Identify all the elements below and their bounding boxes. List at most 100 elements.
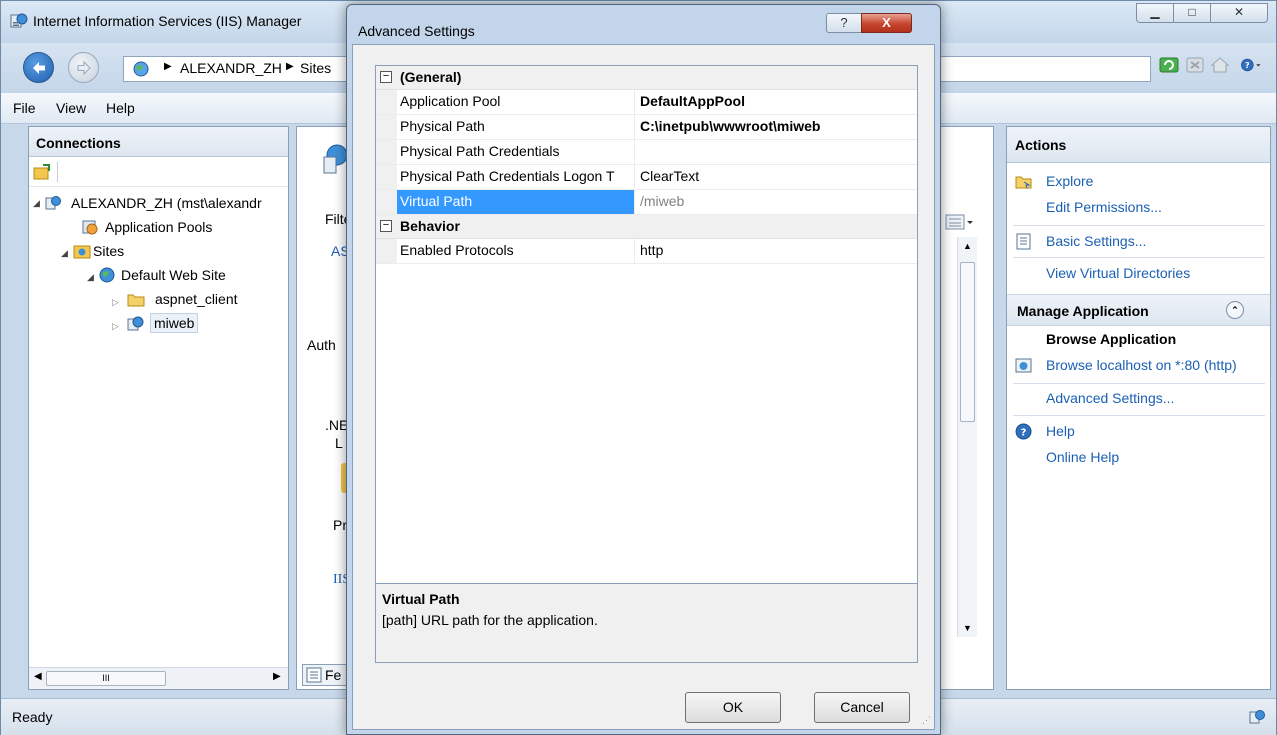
collapse-arrow-icon[interactable]: ◢ bbox=[61, 248, 68, 259]
connections-pane: Connections ◢ ALEXANDR_ZH (mst\alexandr … bbox=[28, 126, 289, 690]
forward-button[interactable] bbox=[68, 52, 99, 83]
property-row-application-pool[interactable]: Application Pool DefaultAppPool bbox=[376, 90, 917, 115]
connections-toolbar bbox=[29, 157, 288, 187]
row-gutter bbox=[376, 140, 397, 164]
tree-item-miweb[interactable]: miweb bbox=[150, 313, 199, 333]
tree-item-application-pools[interactable]: Application Pools bbox=[105, 219, 212, 235]
property-row-enabled-protocols[interactable]: Enabled Protocols http bbox=[376, 239, 917, 264]
tree-item-default-web-site[interactable]: Default Web Site bbox=[121, 267, 226, 283]
feature-label-net-1[interactable]: .NE bbox=[325, 417, 348, 433]
vertical-scrollbar[interactable]: ▲ ▼ bbox=[957, 237, 977, 637]
scroll-left-icon[interactable]: ◀ bbox=[34, 671, 42, 682]
browse-application-heading: Browse Application bbox=[1046, 331, 1177, 347]
tree-item-aspnet-client[interactable]: aspnet_client bbox=[155, 291, 238, 307]
property-grid: − (General) Application Pool DefaultAppP… bbox=[375, 65, 918, 584]
help-link[interactable]: Help bbox=[1046, 423, 1075, 439]
breadcrumb-sites[interactable]: Sites bbox=[300, 60, 331, 76]
home-icon[interactable] bbox=[1209, 54, 1231, 76]
property-row-virtual-path[interactable]: Virtual Path /miweb bbox=[376, 190, 917, 215]
property-row-logon-type[interactable]: Physical Path Credentials Logon T ClearT… bbox=[376, 165, 917, 190]
property-value[interactable]: C:\inetpub\wwwroot\miweb bbox=[636, 115, 916, 139]
application-icon bbox=[127, 316, 144, 331]
tree-item-sites[interactable]: Sites bbox=[93, 243, 124, 259]
online-help-link[interactable]: Online Help bbox=[1046, 449, 1119, 465]
property-description-panel: Virtual Path [path] URL path for the app… bbox=[375, 584, 918, 663]
dialog-close-button[interactable]: X bbox=[861, 13, 912, 33]
property-name: Physical Path Credentials Logon T bbox=[397, 165, 635, 189]
menu-file[interactable]: File bbox=[13, 100, 36, 116]
expand-arrow-icon[interactable]: ▷ bbox=[112, 321, 119, 332]
property-value[interactable]: http bbox=[636, 239, 916, 263]
property-value[interactable]: DefaultAppPool bbox=[636, 90, 916, 114]
website-globe-icon bbox=[99, 267, 115, 283]
dialog-title-bar[interactable]: Advanced Settings ? X bbox=[347, 5, 940, 43]
advanced-settings-link[interactable]: Advanced Settings... bbox=[1046, 390, 1174, 406]
connect-icon[interactable] bbox=[33, 163, 53, 181]
cancel-button[interactable]: Cancel bbox=[814, 692, 910, 723]
scroll-thumb[interactable] bbox=[960, 262, 975, 422]
back-button[interactable] bbox=[23, 52, 54, 83]
row-gutter bbox=[376, 190, 397, 214]
tree-item-server[interactable]: ALEXANDR_ZH (mst\alexandr bbox=[71, 195, 262, 211]
collapse-chevron-icon[interactable]: ⌃ bbox=[1226, 301, 1244, 319]
horizontal-scrollbar[interactable]: ◀ III ▶ bbox=[29, 667, 288, 689]
dialog-body: − (General) Application Pool DefaultAppP… bbox=[352, 44, 935, 730]
view-virtual-directories-link[interactable]: View Virtual Directories bbox=[1046, 265, 1190, 281]
menu-view[interactable]: View bbox=[56, 100, 86, 116]
property-name: Physical Path Credentials bbox=[397, 140, 635, 164]
connections-header: Connections bbox=[29, 127, 288, 157]
network-status-icon bbox=[1249, 710, 1265, 724]
scroll-up-icon[interactable]: ▲ bbox=[963, 241, 972, 251]
property-row-physical-path[interactable]: Physical Path C:\inetpub\wwwroot\miweb bbox=[376, 115, 917, 140]
basic-settings-link[interactable]: Basic Settings... bbox=[1046, 233, 1146, 249]
back-arrow-icon bbox=[33, 62, 45, 74]
row-gutter bbox=[376, 115, 397, 139]
manage-application-header[interactable]: Manage Application ⌃ bbox=[1007, 294, 1270, 326]
status-text: Ready bbox=[12, 709, 53, 725]
category-behavior[interactable]: − Behavior bbox=[376, 215, 917, 239]
description-title: Virtual Path bbox=[382, 591, 460, 607]
features-view-icon bbox=[306, 667, 322, 683]
globe-icon bbox=[133, 61, 149, 77]
breadcrumb-server[interactable]: ALEXANDR_ZH bbox=[180, 60, 282, 76]
expand-arrow-icon[interactable]: ▷ bbox=[112, 297, 119, 308]
help-dropdown-icon[interactable]: ? bbox=[1240, 54, 1262, 76]
explore-link[interactable]: Explore bbox=[1046, 173, 1093, 189]
category-general[interactable]: − (General) bbox=[376, 66, 917, 90]
close-button[interactable]: ✕ bbox=[1210, 3, 1268, 23]
property-row-physical-path-credentials[interactable]: Physical Path Credentials bbox=[376, 140, 917, 165]
scroll-thumb[interactable]: III bbox=[46, 671, 166, 686]
category-label: (General) bbox=[400, 69, 462, 85]
browse-localhost-link[interactable]: Browse localhost on *:80 (http) bbox=[1046, 357, 1237, 373]
view-mode-icon[interactable] bbox=[945, 213, 975, 231]
property-name: Application Pool bbox=[397, 90, 635, 114]
refresh-icon[interactable] bbox=[1158, 54, 1180, 76]
category-label: Behavior bbox=[400, 218, 460, 234]
ok-button[interactable]: OK bbox=[685, 692, 781, 723]
property-value[interactable]: ClearText bbox=[636, 165, 916, 189]
iis-app-icon bbox=[10, 13, 28, 28]
scroll-down-icon[interactable]: ▼ bbox=[963, 623, 972, 633]
stop-icon[interactable] bbox=[1184, 54, 1206, 76]
row-gutter bbox=[376, 239, 397, 263]
maximize-button[interactable]: □ bbox=[1173, 3, 1211, 23]
feature-label-net-2[interactable]: L bbox=[335, 435, 343, 451]
minimize-button[interactable]: ▁ bbox=[1136, 3, 1174, 23]
edit-permissions-link[interactable]: Edit Permissions... bbox=[1046, 199, 1162, 215]
collapse-arrow-icon[interactable]: ◢ bbox=[33, 198, 40, 209]
property-name: Physical Path bbox=[397, 115, 635, 139]
dialog-help-button[interactable]: ? bbox=[826, 13, 862, 33]
scroll-right-icon[interactable]: ▶ bbox=[273, 671, 281, 682]
menu-help[interactable]: Help bbox=[106, 100, 135, 116]
property-value[interactable] bbox=[636, 140, 916, 164]
help-icon: ? bbox=[1015, 423, 1032, 440]
resize-grip-icon[interactable]: ⋰ bbox=[922, 715, 931, 726]
collapse-box-icon[interactable]: − bbox=[380, 220, 392, 232]
collapse-arrow-icon[interactable]: ◢ bbox=[87, 272, 94, 283]
forward-arrow-icon bbox=[77, 60, 91, 76]
property-value[interactable]: /miweb bbox=[636, 190, 916, 214]
collapse-box-icon[interactable]: − bbox=[380, 71, 392, 83]
feature-label-auth[interactable]: Auth bbox=[307, 337, 336, 353]
svg-text:?: ? bbox=[1021, 428, 1027, 439]
toolbar-divider bbox=[57, 162, 58, 182]
